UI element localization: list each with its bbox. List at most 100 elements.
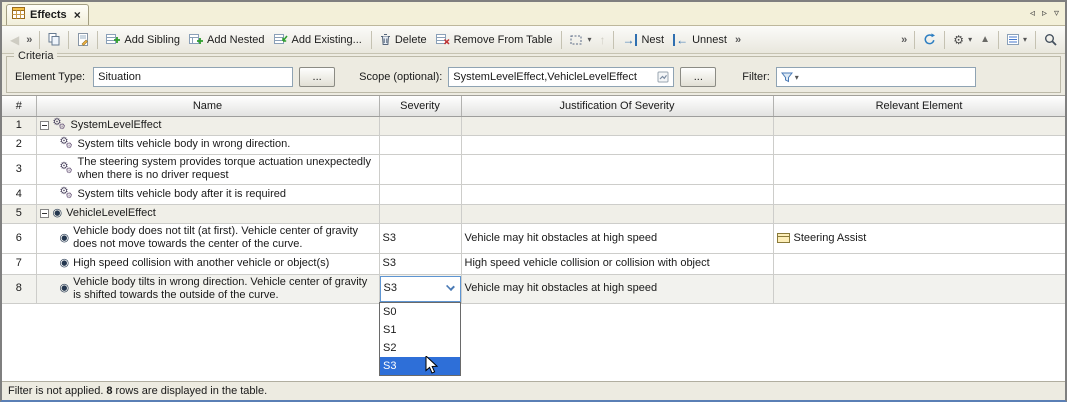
name-cell[interactable]: ◉ VehicleLevelEffect (36, 204, 379, 223)
relevant-cell[interactable] (773, 253, 1065, 274)
collapse-toggle-icon[interactable] (40, 121, 49, 130)
close-icon[interactable]: × (74, 10, 81, 20)
justification-cell[interactable] (461, 154, 773, 184)
table-row[interactable]: 1 ⚙⚙ SystemLevelEffect (2, 116, 1065, 135)
dropdown-option[interactable]: S0 (380, 303, 460, 321)
tab-list-icon[interactable]: ▿ (1054, 8, 1059, 19)
scope-browse-button[interactable]: ... (680, 67, 716, 87)
name-cell[interactable]: ⚙⚙ System tilts vehicle body in wrong di… (36, 135, 379, 154)
search-button[interactable] (1041, 30, 1060, 49)
name-cell[interactable]: ⚙⚙ System tilts vehicle body after it is… (36, 184, 379, 204)
toolbar-overflow-icon[interactable]: » (24, 34, 34, 46)
collapse-button[interactable]: ▲ (977, 31, 993, 49)
toolbar-overflow-icon[interactable]: » (899, 34, 909, 46)
severity-cell[interactable] (379, 135, 461, 154)
filter-label: Filter: (742, 71, 770, 83)
tab-effects[interactable]: Effects × (6, 4, 89, 25)
table-row[interactable]: 6 ◉ Vehicle body does not tilt (at first… (2, 223, 1065, 253)
toolbar-overflow-icon[interactable]: » (733, 34, 743, 46)
settings-button[interactable]: ⚙ ▾ (950, 31, 975, 49)
justification-cell[interactable]: Vehicle may hit obstacles at high speed (461, 274, 773, 303)
specification-button[interactable] (74, 30, 92, 49)
severity-cell[interactable]: S3 (379, 223, 461, 253)
element-type-browse-button[interactable]: ... (299, 67, 335, 87)
tab-next-icon[interactable]: ▹ (1042, 8, 1047, 19)
dropdown-option[interactable]: S2 (380, 339, 460, 357)
row-number: 4 (2, 184, 36, 204)
selection-mode-button[interactable]: ▾ (567, 31, 594, 49)
refresh-button[interactable] (920, 30, 939, 49)
table-area: # Name Severity Justification Of Severit… (2, 95, 1065, 381)
collapse-toggle-icon[interactable] (40, 209, 49, 218)
relevant-cell[interactable]: Steering Assist (773, 223, 1065, 253)
justification-cell[interactable]: Vehicle may hit obstacles at high speed (461, 223, 773, 253)
chevron-down-icon: ▾ (587, 35, 591, 44)
table-row[interactable]: 2 ⚙⚙ System tilts vehicle body in wrong … (2, 135, 1065, 154)
element-name: System tilts vehicle body in wrong direc… (78, 138, 376, 151)
justification-cell[interactable]: High speed vehicle collision or collisio… (461, 253, 773, 274)
copy-button[interactable] (45, 30, 63, 49)
justification-cell[interactable] (461, 135, 773, 154)
element-name: The steering system provides torque actu… (78, 156, 376, 182)
table-row[interactable]: 4 ⚙⚙ System tilts vehicle body after it … (2, 184, 1065, 204)
relevant-cell[interactable] (773, 116, 1065, 135)
relevant-cell[interactable] (773, 135, 1065, 154)
status-text-prefix: Filter is not applied. (8, 385, 103, 397)
nest-button[interactable]: → Nest (619, 31, 668, 49)
name-cell[interactable]: ◉ High speed collision with another vehi… (36, 253, 379, 274)
remove-from-table-button[interactable]: Remove From Table (433, 30, 557, 49)
add-sibling-icon (106, 33, 120, 46)
chevron-down-icon: ▾ (795, 73, 799, 82)
add-existing-button[interactable]: Add Existing... (271, 30, 366, 49)
delete-button[interactable]: Delete (377, 30, 431, 49)
justification-cell[interactable] (461, 116, 773, 135)
column-header-justification[interactable]: Justification Of Severity (461, 96, 773, 116)
table-row[interactable]: 7 ◉ High speed collision with another ve… (2, 253, 1065, 274)
filter-input[interactable]: ▾ (776, 67, 976, 87)
relevant-cell[interactable] (773, 204, 1065, 223)
relevant-cell[interactable] (773, 154, 1065, 184)
collapse-icon: ▲ (980, 34, 990, 46)
relevant-cell[interactable] (773, 184, 1065, 204)
name-cell[interactable]: ◉ Vehicle body does not tilt (at first).… (36, 223, 379, 253)
name-cell[interactable]: ◉ Vehicle body tilts in wrong direction.… (36, 274, 379, 303)
tab-prev-icon[interactable]: ◃ (1030, 8, 1035, 19)
chevron-down-icon[interactable] (446, 282, 455, 291)
vehicle-effect-icon: ◉ (60, 283, 70, 294)
dropdown-option-selected[interactable]: S3 (380, 357, 460, 375)
toolbar: ◀ » Add Sibling Add Nested Add Existing.… (2, 26, 1065, 54)
situation-icon: ⚙⚙ (60, 138, 74, 151)
column-header-name[interactable]: Name (36, 96, 379, 116)
add-sibling-button[interactable]: Add Sibling (103, 30, 184, 49)
column-header-severity[interactable]: Severity (379, 96, 461, 116)
severity-combobox[interactable]: S3 (380, 276, 461, 302)
justification-cell[interactable] (461, 204, 773, 223)
toolbar-separator (68, 31, 69, 49)
severity-cell[interactable] (379, 154, 461, 184)
severity-cell[interactable] (379, 116, 461, 135)
table-row[interactable]: 3 ⚙⚙ The steering system provides torque… (2, 154, 1065, 184)
name-cell[interactable]: ⚙⚙ The steering system provides torque a… (36, 154, 379, 184)
toolbar-separator (371, 31, 372, 49)
up-icon: ↑ (599, 34, 605, 46)
severity-cell[interactable] (379, 184, 461, 204)
severity-cell[interactable] (379, 204, 461, 223)
view-menu-button[interactable]: ▾ (1004, 31, 1030, 48)
add-nested-button[interactable]: Add Nested (186, 30, 268, 49)
name-cell[interactable]: ⚙⚙ SystemLevelEffect (36, 116, 379, 135)
justification-cell[interactable] (461, 184, 773, 204)
severity-dropdown-list[interactable]: S0 S1 S2 S3 (379, 302, 461, 376)
column-header-num[interactable]: # (2, 96, 36, 116)
table-row[interactable]: 8 ◉ Vehicle body tilts in wrong directio… (2, 274, 1065, 303)
severity-cell[interactable]: S3 (379, 274, 461, 303)
table-row[interactable]: 5 ◉ VehicleLevelEffect (2, 204, 1065, 223)
back-button[interactable]: ◀ (7, 31, 22, 49)
scope-input[interactable]: SystemLevelEffect,VehicleLevelEffect (448, 67, 674, 87)
unnest-button[interactable]: ← Unnest (670, 31, 731, 49)
relevant-cell[interactable] (773, 274, 1065, 303)
up-button[interactable]: ↑ (596, 31, 608, 49)
severity-cell[interactable]: S3 (379, 253, 461, 274)
element-type-input[interactable]: Situation (93, 67, 293, 87)
column-header-relevant[interactable]: Relevant Element (773, 96, 1065, 116)
dropdown-option[interactable]: S1 (380, 321, 460, 339)
